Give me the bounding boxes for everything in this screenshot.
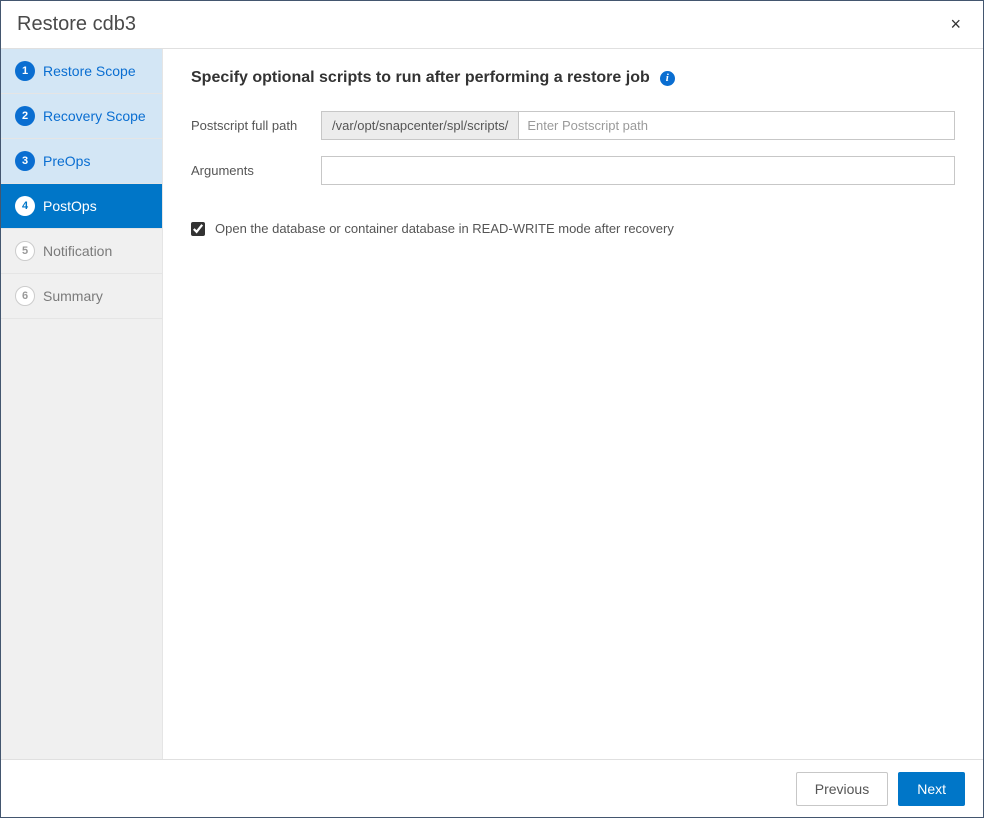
- titlebar: Restore cdb3 ×: [1, 1, 983, 49]
- step-number: 5: [15, 241, 35, 261]
- step-label: Restore Scope: [43, 63, 136, 79]
- step-label: Recovery Scope: [43, 108, 146, 124]
- step-label: Notification: [43, 243, 112, 259]
- main-panel: Specify optional scripts to run after pe…: [163, 49, 983, 759]
- step-restore-scope[interactable]: 1 Restore Scope: [1, 49, 162, 94]
- step-recovery-scope[interactable]: 2 Recovery Scope: [1, 94, 162, 139]
- step-notification[interactable]: 5 Notification: [1, 229, 162, 274]
- postscript-path-group: /var/opt/snapcenter/spl/scripts/: [321, 111, 955, 140]
- info-icon[interactable]: i: [660, 71, 675, 86]
- step-number: 1: [15, 61, 35, 81]
- dialog-title: Restore cdb3: [17, 13, 136, 36]
- restore-dialog: Restore cdb3 × 1 Restore Scope 2 Recover…: [0, 0, 984, 818]
- step-summary[interactable]: 6 Summary: [1, 274, 162, 319]
- step-number: 3: [15, 151, 35, 171]
- next-button[interactable]: Next: [898, 772, 965, 806]
- step-label: PostOps: [43, 198, 97, 214]
- dialog-footer: Previous Next: [1, 759, 983, 817]
- dialog-body: 1 Restore Scope 2 Recovery Scope 3 PreOp…: [1, 49, 983, 759]
- arguments-label: Arguments: [191, 163, 321, 178]
- wizard-sidebar: 1 Restore Scope 2 Recovery Scope 3 PreOp…: [1, 49, 163, 759]
- step-preops[interactable]: 3 PreOps: [1, 139, 162, 184]
- step-label: PreOps: [43, 153, 90, 169]
- postscript-path-input[interactable]: [519, 112, 954, 139]
- main-heading: Specify optional scripts to run after pe…: [191, 69, 955, 87]
- open-db-checkbox-row: Open the database or container database …: [191, 221, 955, 236]
- step-label: Summary: [43, 288, 103, 304]
- postscript-path-prefix: /var/opt/snapcenter/spl/scripts/: [322, 112, 519, 139]
- step-number: 2: [15, 106, 35, 126]
- step-number: 4: [15, 196, 35, 216]
- arguments-input[interactable]: [321, 156, 955, 185]
- previous-button[interactable]: Previous: [796, 772, 888, 806]
- main-heading-text: Specify optional scripts to run after pe…: [191, 69, 650, 87]
- close-icon[interactable]: ×: [944, 10, 967, 39]
- open-db-checkbox[interactable]: [191, 222, 205, 236]
- step-number: 6: [15, 286, 35, 306]
- arguments-row: Arguments: [191, 156, 955, 185]
- step-postops[interactable]: 4 PostOps: [1, 184, 162, 229]
- postscript-row: Postscript full path /var/opt/snapcenter…: [191, 111, 955, 140]
- open-db-checkbox-label: Open the database or container database …: [215, 221, 674, 236]
- postscript-label: Postscript full path: [191, 118, 321, 133]
